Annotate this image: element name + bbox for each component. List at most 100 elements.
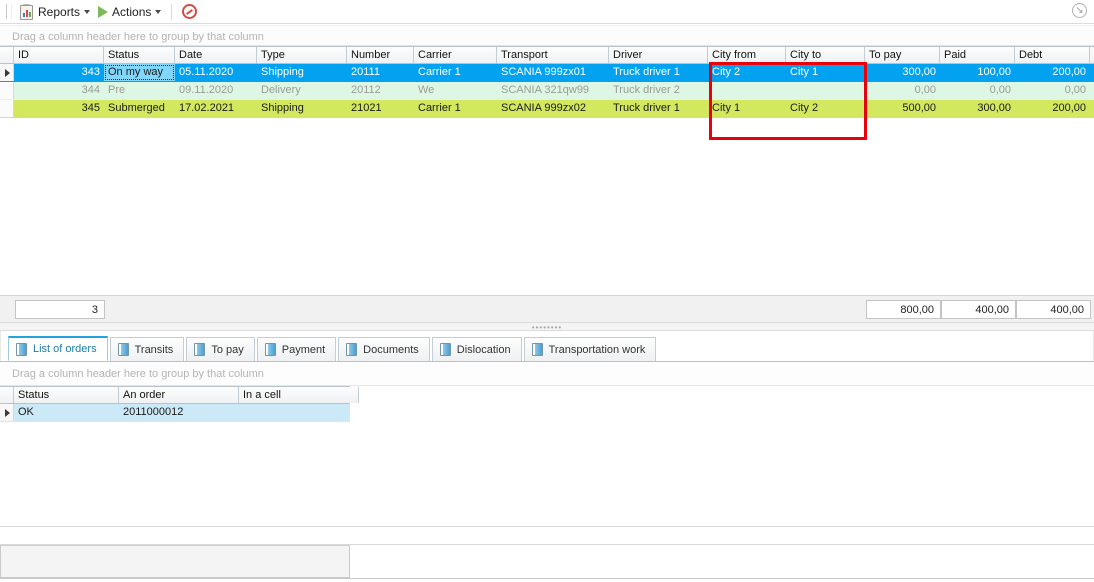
summary-to-pay-box[interactable]: 800,00 — [866, 300, 941, 319]
tab-transits[interactable]: Transits — [109, 337, 185, 361]
tab-payment[interactable]: Payment — [256, 337, 337, 361]
row-indicator-header — [0, 47, 14, 63]
cell-city_from[interactable] — [708, 82, 786, 99]
reports-menu-button[interactable]: Reports — [16, 2, 94, 22]
cancel-order-button[interactable] — [178, 2, 201, 22]
cell-status[interactable]: OK — [14, 404, 119, 421]
tab-dislocation[interactable]: Dislocation — [431, 337, 522, 361]
orders-summary-bar: 3 800,00 400,00 400,00 — [0, 295, 1094, 322]
actions-menu-label: Actions — [112, 4, 152, 19]
cell-status[interactable]: Submerged — [104, 100, 175, 117]
cell-type[interactable]: Shipping — [257, 100, 347, 117]
row-indicator-cell[interactable] — [0, 82, 14, 99]
row-indicator-cell[interactable] — [0, 404, 14, 421]
column-header-number[interactable]: Number — [347, 47, 414, 63]
cell-id[interactable]: 344 — [14, 82, 104, 99]
tab-transportation-work[interactable]: Transportation work — [523, 337, 657, 361]
toolbar-drag-handle[interactable] — [6, 4, 12, 19]
cell-to_pay[interactable]: 0,00 — [865, 82, 940, 99]
row-indicator-cell[interactable] — [0, 100, 14, 117]
cell-city_to[interactable]: City 2 — [786, 100, 865, 117]
cell-date[interactable]: 17.02.2021 — [175, 100, 257, 117]
cell-driver[interactable]: Truck driver 1 — [609, 100, 708, 117]
tab-to-pay[interactable]: To pay — [186, 337, 255, 361]
summary-paid-box[interactable]: 400,00 — [941, 300, 1016, 319]
column-header-date[interactable]: Date — [175, 47, 257, 63]
cell-date[interactable]: 09.11.2020 — [175, 82, 257, 99]
column-header-type[interactable]: Type — [257, 47, 347, 63]
tab-label: Payment — [281, 343, 326, 356]
cell-cell[interactable] — [239, 404, 359, 421]
bottom-group-by-panel[interactable]: Drag a column header here to group by th… — [0, 362, 1094, 386]
no-entry-icon — [182, 4, 198, 19]
cell-id[interactable]: 345 — [14, 100, 104, 117]
cell-paid[interactable]: 0,00 — [940, 82, 1015, 99]
column-header-order[interactable]: An order — [119, 387, 239, 403]
cell-driver[interactable]: Truck driver 1 — [609, 64, 708, 81]
orders-panel: Drag a column header here to group by th… — [0, 25, 1094, 322]
cell-paid[interactable]: 100,00 — [940, 64, 1015, 81]
top-group-by-panel[interactable]: Drag a column header here to group by th… — [0, 25, 1094, 46]
cell-order[interactable]: 2011000012 — [119, 404, 239, 421]
cell-id[interactable]: 343 — [14, 64, 104, 81]
column-header-paid[interactable]: Paid — [940, 47, 1015, 63]
cell-carrier[interactable]: We — [414, 82, 497, 99]
panel-splitter[interactable]: •••••••• — [0, 322, 1094, 332]
cell-status[interactable]: Pre — [104, 82, 175, 99]
cell-driver[interactable]: Truck driver 2 — [609, 82, 708, 99]
tab-list-of-orders[interactable]: List of orders — [8, 336, 108, 361]
column-header-debt[interactable]: Debt — [1015, 47, 1090, 63]
cell-paid[interactable]: 300,00 — [940, 100, 1015, 117]
column-header-city_from[interactable]: City from — [708, 47, 786, 63]
cell-to_pay[interactable]: 300,00 — [865, 64, 940, 81]
splitter-grip-dots: •••••••• — [531, 323, 563, 332]
toolbar-overflow-button[interactable]: ↘ — [1072, 3, 1088, 19]
cell-type[interactable]: Delivery — [257, 82, 347, 99]
column-header-transport[interactable]: Transport — [497, 47, 609, 63]
table-row[interactable]: OK 2011000012 — [0, 404, 350, 422]
summary-debt-box[interactable]: 400,00 — [1016, 300, 1091, 319]
actions-menu-button[interactable]: Actions — [94, 2, 165, 22]
column-header-cell[interactable]: In a cell — [239, 387, 359, 403]
cell-date[interactable]: 05.11.2020 — [175, 64, 257, 81]
cell-type[interactable]: Shipping — [257, 64, 347, 81]
cell-number[interactable]: 21021 — [347, 100, 414, 117]
column-header-status[interactable]: Status — [14, 387, 119, 403]
table-row[interactable]: 345 Submerged 17.02.2021 Shipping 21021 Carri… — [0, 100, 1094, 118]
book-icon — [346, 343, 358, 356]
table-row[interactable]: 343 On my way 05.11.2020 Shipping 20111 Carri… — [0, 64, 1094, 82]
cell-debt[interactable]: 0,00 — [1015, 82, 1090, 99]
orders-grid-body: 343 On my way 05.11.2020 Shipping 20111 Carri… — [0, 64, 1094, 118]
cell-debt[interactable]: 200,00 — [1015, 64, 1090, 81]
tab-label: Dislocation — [456, 343, 511, 356]
tab-label: To pay — [211, 343, 244, 356]
column-header-to_pay[interactable]: To pay — [865, 47, 940, 63]
current-row-arrow-icon — [5, 69, 10, 77]
cell-carrier[interactable]: Carrier 1 — [414, 100, 497, 117]
column-header-city_to[interactable]: City to — [786, 47, 865, 63]
cell-transport[interactable]: SCANIA 999zx01 — [497, 64, 609, 81]
column-header-id[interactable]: ID — [14, 47, 104, 63]
cell-transport[interactable]: SCANIA 999zx02 — [497, 100, 609, 117]
cell-debt[interactable]: 200,00 — [1015, 100, 1090, 117]
summary-count-box[interactable]: 3 — [15, 300, 105, 319]
table-row[interactable]: 344 Pre 09.11.2020 Delivery 20112 We SCANIA 32… — [0, 82, 1094, 100]
cell-transport[interactable]: SCANIA 321qw99 — [497, 82, 609, 99]
cell-number[interactable]: 20112 — [347, 82, 414, 99]
cell-to_pay[interactable]: 500,00 — [865, 100, 940, 117]
cell-status[interactable]: On my way — [104, 64, 175, 81]
cell-city_to[interactable] — [786, 82, 865, 99]
book-icon — [264, 343, 276, 356]
cell-city_from[interactable]: City 1 — [708, 100, 786, 117]
list-of-orders-grid-body: OK 2011000012 — [0, 404, 350, 422]
tab-label: Transportation work — [548, 343, 646, 356]
row-indicator-cell[interactable] — [0, 64, 14, 81]
column-header-carrier[interactable]: Carrier — [414, 47, 497, 63]
tab-documents[interactable]: Documents — [338, 337, 430, 361]
column-header-status[interactable]: Status — [104, 47, 175, 63]
cell-city_to[interactable]: City 1 — [786, 64, 865, 81]
cell-carrier[interactable]: Carrier 1 — [414, 64, 497, 81]
cell-number[interactable]: 20111 — [347, 64, 414, 81]
column-header-driver[interactable]: Driver — [609, 47, 708, 63]
cell-city_from[interactable]: City 2 — [708, 64, 786, 81]
